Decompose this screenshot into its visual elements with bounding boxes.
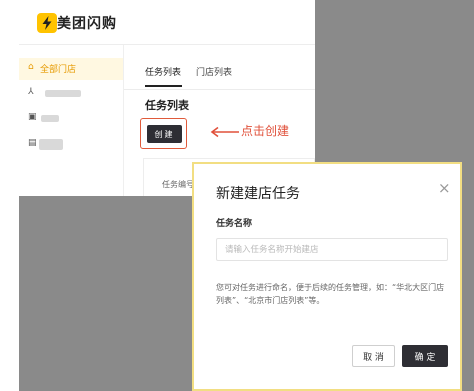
task-name-input[interactable] (216, 238, 448, 261)
cancel-button[interactable]: 取 消 (352, 345, 395, 367)
create-button[interactable]: 创建 (147, 125, 182, 143)
sidebar-item-4[interactable]: ▤ (19, 134, 123, 156)
section-title: 任务列表 (145, 99, 189, 112)
tab-store-list[interactable]: 门店列表 (196, 65, 232, 78)
blurred-label (45, 90, 81, 97)
arrow-left-icon (210, 126, 239, 138)
active-tab-indicator (145, 85, 182, 87)
sidebar-item-all-stores[interactable]: ⌂ 全部门店 (19, 58, 123, 80)
sidebar: ⌂ 全部门店 ⅄ ▣ ▤ (19, 45, 124, 196)
sidebar-item-3[interactable]: ▣ (19, 108, 123, 130)
brand-name: 美团闪购 (57, 16, 117, 32)
annotation-text: 点击创建 (241, 124, 290, 138)
tab-task-list[interactable]: 任务列表 (145, 65, 181, 78)
sidebar-item-label: 全部门店 (40, 65, 77, 75)
top-bar: 美团闪购 (19, 0, 315, 45)
home-icon: ⌂ (28, 62, 34, 72)
hint-text: 您可对任务进行命名，便于后续的任务管理，如：“华北大区门店列表”、“北京市门店列… (216, 283, 445, 305)
blurred-label (39, 139, 63, 150)
table-header-task-id: 任务编号 (162, 180, 194, 189)
blurred-label (41, 115, 59, 122)
confirm-button[interactable]: 确 定 (402, 345, 448, 367)
network-icon: ⅄ (28, 87, 34, 97)
document-icon: ▤ (28, 138, 37, 148)
sidebar-item-2[interactable]: ⅄ (19, 83, 123, 105)
close-icon[interactable]: × (438, 181, 451, 196)
task-name-label: 任务名称 (216, 219, 253, 229)
dialog-title: 新建建店任务 (216, 186, 300, 202)
tab-bar: 任务列表 门店列表 (124, 45, 315, 90)
new-store-task-dialog: 新建建店任务 × 任务名称 您可对任务进行命名，便于后续的任务管理，如：“华北大… (192, 162, 462, 391)
brand-logo-icon (37, 13, 57, 33)
watermark: 知乎 @伊记-外卖创业 (331, 369, 438, 382)
shop-icon: ▣ (28, 112, 37, 122)
